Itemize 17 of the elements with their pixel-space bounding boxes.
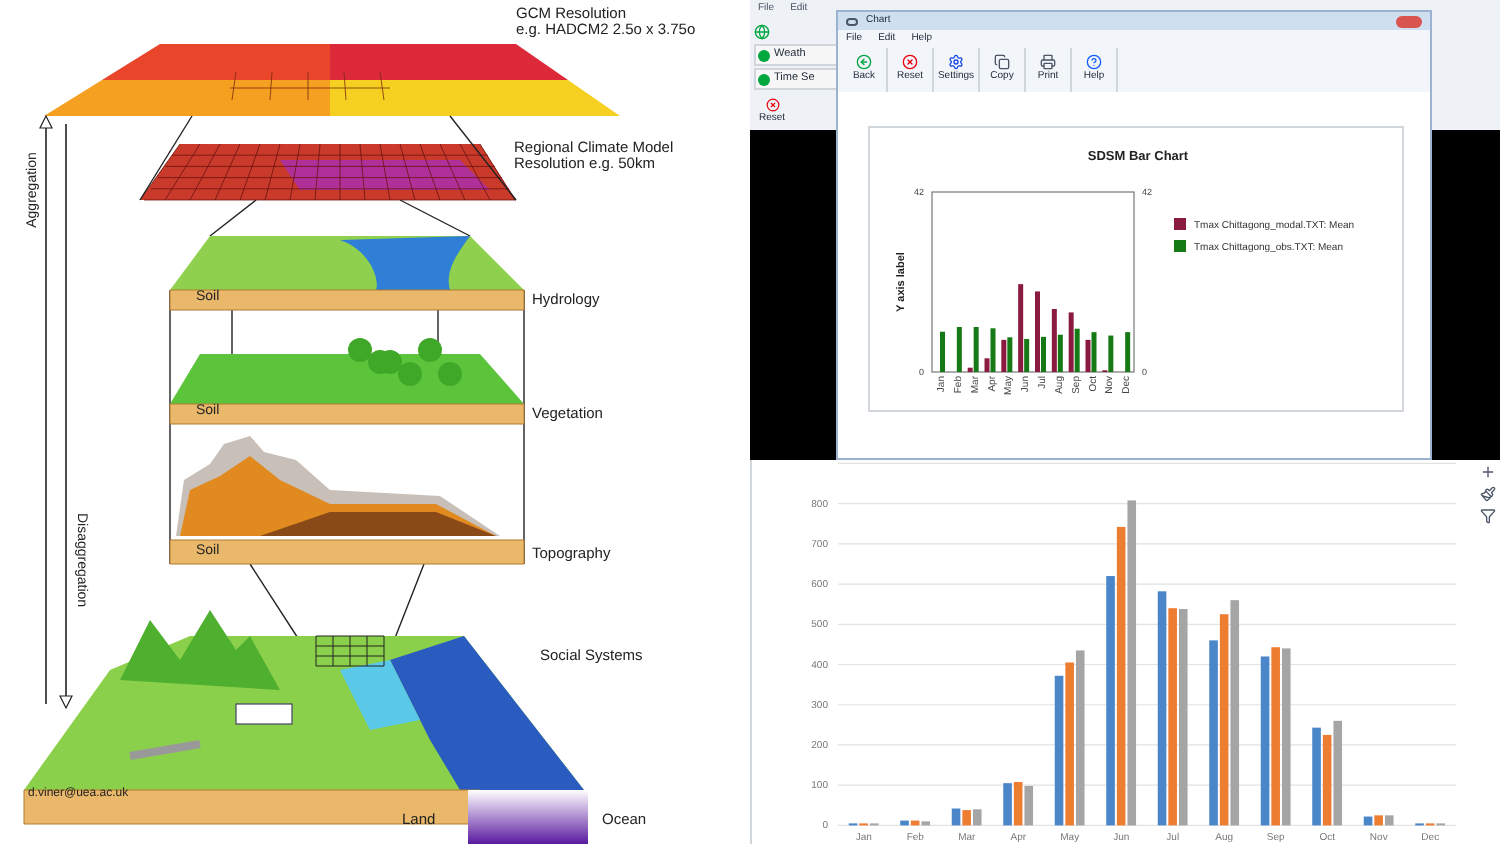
copy-icon xyxy=(994,54,1010,71)
back-icon xyxy=(856,54,872,71)
close-icon xyxy=(902,54,918,71)
add-icon[interactable] xyxy=(1480,464,1496,480)
bar xyxy=(1125,332,1131,372)
globe-icon[interactable] xyxy=(754,24,774,42)
filter-icon[interactable] xyxy=(1480,508,1496,524)
bar xyxy=(956,327,962,372)
close-button[interactable] xyxy=(1396,15,1422,27)
close-icon xyxy=(765,98,779,112)
chart-window-icon xyxy=(846,17,858,25)
help-icon xyxy=(1086,54,1102,71)
printer-icon xyxy=(1040,54,1056,71)
brush-icon[interactable] xyxy=(1480,486,1496,502)
settings-icon xyxy=(948,54,964,71)
bar xyxy=(940,331,945,372)
ocean-depth-drawing xyxy=(468,790,588,844)
